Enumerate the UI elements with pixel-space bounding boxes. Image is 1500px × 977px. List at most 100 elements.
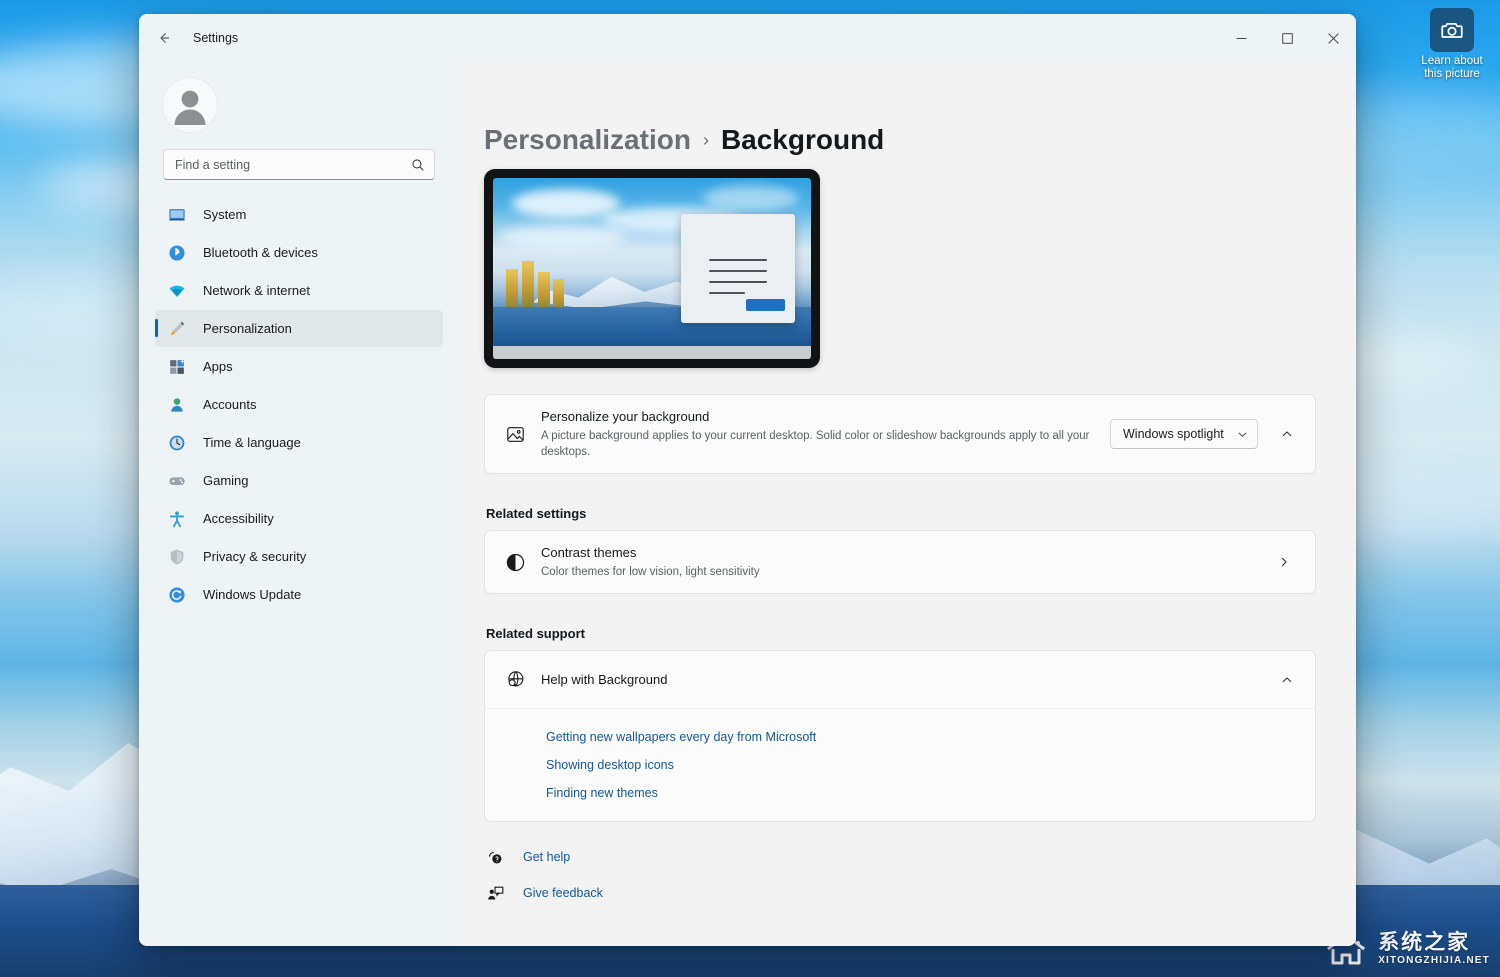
breadcrumb-parent[interactable]: Personalization bbox=[484, 124, 691, 156]
sidebar-item-label: Accounts bbox=[203, 397, 256, 412]
sidebar-item-bluetooth-devices[interactable]: Bluetooth & devices bbox=[155, 234, 443, 271]
personalize-background-title: Personalize your background bbox=[541, 408, 1096, 426]
sidebar-item-time-language[interactable]: Time & language bbox=[155, 424, 443, 461]
sidebar-item-gaming[interactable]: Gaming bbox=[155, 462, 443, 499]
help-with-background-title: Help with Background bbox=[541, 671, 1258, 689]
help-with-background-text: Help with Background bbox=[541, 671, 1258, 689]
chevron-up-icon bbox=[1281, 428, 1293, 440]
preview-cloud bbox=[512, 189, 620, 218]
help-link[interactable]: Getting new wallpapers every day from Mi… bbox=[546, 730, 816, 744]
watermark-chinese: 系统之家 bbox=[1378, 932, 1490, 953]
watermark-text: 系统之家 XITONGZHIJIA.NET bbox=[1378, 932, 1490, 966]
learn-about-picture-caption: Learn about this picture bbox=[1421, 55, 1482, 81]
preview-accent-button bbox=[746, 299, 785, 311]
app-title: Settings bbox=[193, 31, 238, 45]
contrast-themes-subtitle: Color themes for low vision, light sensi… bbox=[541, 564, 1101, 580]
background-type-dropdown[interactable]: Windows spotlight bbox=[1110, 419, 1258, 449]
monitor-icon bbox=[167, 205, 187, 225]
globe-help-icon bbox=[503, 668, 527, 692]
preview-text-line bbox=[709, 259, 766, 261]
chevron-right-icon: › bbox=[703, 130, 709, 151]
settings-window: Settings bbox=[139, 14, 1356, 946]
personalize-background-row: Personalize your background A picture ba… bbox=[484, 394, 1316, 474]
get-help-label: Get help bbox=[523, 850, 570, 864]
help-with-background-row[interactable]: Help with Background bbox=[485, 651, 1315, 708]
maximize-button[interactable] bbox=[1264, 14, 1310, 62]
get-help-link[interactable]: Get help bbox=[486, 848, 570, 866]
sidebar-item-label: Windows Update bbox=[203, 587, 301, 602]
paintbrush-icon bbox=[167, 319, 187, 339]
close-icon bbox=[1328, 33, 1339, 44]
sidebar-item-windows-update[interactable]: Windows Update bbox=[155, 576, 443, 613]
camera-icon[interactable] bbox=[1430, 8, 1474, 52]
personalize-background-subtitle: A picture background applies to your cur… bbox=[541, 428, 1096, 460]
search-input[interactable] bbox=[175, 158, 411, 172]
chevron-up-icon bbox=[1281, 674, 1293, 686]
sidebar-item-system[interactable]: System bbox=[155, 196, 443, 233]
page-title: Background bbox=[721, 124, 884, 156]
give-feedback-link[interactable]: Give feedback bbox=[486, 884, 603, 902]
contrast-icon bbox=[503, 550, 527, 574]
search-box[interactable] bbox=[163, 149, 435, 180]
accessibility-icon bbox=[167, 509, 187, 529]
person-icon bbox=[167, 395, 187, 415]
sidebar-item-label: Network & internet bbox=[203, 283, 310, 298]
wifi-icon bbox=[167, 281, 187, 301]
caption-line-1: Learn about bbox=[1421, 55, 1482, 67]
chevron-right-icon bbox=[1278, 556, 1290, 568]
preview-sample-window bbox=[681, 214, 795, 323]
contrast-themes-text: Contrast themes Color themes for low vis… bbox=[541, 544, 1255, 580]
sidebar-item-privacy-security[interactable]: Privacy & security bbox=[155, 538, 443, 575]
sidebar-item-personalization[interactable]: Personalization bbox=[155, 310, 443, 347]
picture-icon bbox=[503, 422, 527, 446]
avatar[interactable] bbox=[163, 78, 217, 132]
desktop-wallpaper: Learn about this picture 系统之家 XITONGZHIJ… bbox=[0, 0, 1500, 977]
preview-cloud bbox=[499, 225, 626, 247]
give-feedback-label: Give feedback bbox=[523, 886, 603, 900]
minimize-icon bbox=[1236, 33, 1247, 44]
shield-icon bbox=[167, 547, 187, 567]
sidebar-item-label: System bbox=[203, 207, 246, 222]
footer-links: Get help Give feedback bbox=[484, 848, 1316, 942]
learn-about-this-picture-badge[interactable]: Learn about this picture bbox=[1412, 8, 1492, 81]
sidebar-nav-list: System Bluetooth & devices bbox=[155, 196, 443, 613]
update-icon bbox=[167, 585, 187, 605]
help-link[interactable]: Finding new themes bbox=[546, 786, 658, 800]
content-area: Personalization › Background bbox=[459, 62, 1356, 946]
contrast-themes-title: Contrast themes bbox=[541, 544, 1255, 562]
help-expander-button[interactable] bbox=[1272, 665, 1302, 695]
background-type-value: Windows spotlight bbox=[1123, 427, 1224, 441]
help-link[interactable]: Showing desktop icons bbox=[546, 758, 674, 772]
sidebar-item-network-internet[interactable]: Network & internet bbox=[155, 272, 443, 309]
sidebar-item-apps[interactable]: Apps bbox=[155, 348, 443, 385]
sidebar-item-accounts[interactable]: Accounts bbox=[155, 386, 443, 423]
personalize-background-text: Personalize your background A picture ba… bbox=[541, 408, 1096, 460]
preview-cloud bbox=[703, 185, 798, 210]
back-arrow-icon bbox=[156, 30, 172, 46]
minimize-button[interactable] bbox=[1218, 14, 1264, 62]
close-button[interactable] bbox=[1310, 14, 1356, 62]
back-button[interactable] bbox=[148, 22, 180, 54]
preview-wrap bbox=[484, 169, 1316, 368]
get-help-icon bbox=[486, 848, 504, 866]
preview-text-line bbox=[709, 281, 766, 283]
title-bar: Settings bbox=[139, 14, 1356, 62]
contrast-themes-row[interactable]: Contrast themes Color themes for low vis… bbox=[484, 530, 1316, 594]
related-support-heading: Related support bbox=[486, 626, 1316, 641]
contrast-themes-navigate-button[interactable] bbox=[1269, 547, 1299, 577]
avatar-block bbox=[155, 62, 443, 132]
clock-icon bbox=[167, 433, 187, 453]
preview-text-line bbox=[709, 292, 744, 294]
preview-taskbar bbox=[493, 346, 811, 359]
window-body: System Bluetooth & devices bbox=[139, 62, 1356, 946]
sidebar-item-label: Accessibility bbox=[203, 511, 274, 526]
sidebar-item-accessibility[interactable]: Accessibility bbox=[155, 500, 443, 537]
related-settings-heading: Related settings bbox=[486, 506, 1316, 521]
maximize-icon bbox=[1282, 33, 1293, 44]
sidebar-item-label: Apps bbox=[203, 359, 233, 374]
personalize-expander-button[interactable] bbox=[1272, 419, 1302, 449]
related-support-card: Help with Background Getting new wallpap… bbox=[484, 650, 1316, 822]
gamepad-icon bbox=[167, 471, 187, 491]
window-controls bbox=[1218, 14, 1356, 62]
chevron-down-icon bbox=[1237, 429, 1248, 440]
